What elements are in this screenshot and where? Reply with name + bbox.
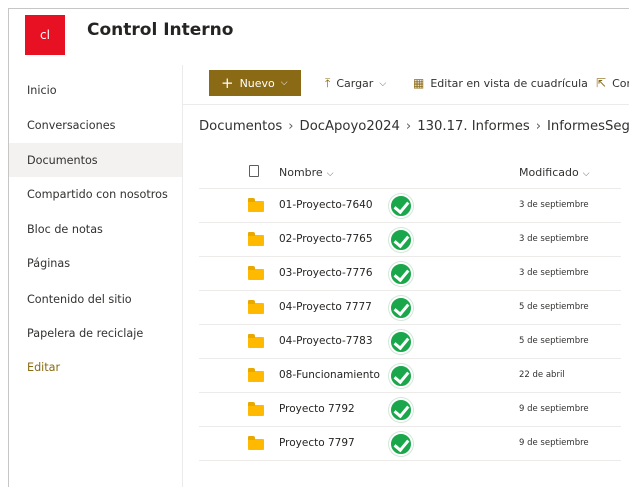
list-header: Nombre ⌵ Modificado ⌵ bbox=[199, 157, 621, 189]
document-list: Nombre ⌵ Modificado ⌵ 01-Proyecto-7640 3 d… bbox=[199, 157, 621, 461]
checkmark-icon bbox=[389, 330, 413, 354]
table-row[interactable]: 02-Proyecto-7765 3 de septiembre bbox=[199, 223, 621, 257]
folder-icon bbox=[248, 368, 264, 382]
folder-icon bbox=[248, 402, 264, 416]
chevron-down-icon: ⌵ bbox=[280, 78, 288, 88]
breadcrumb: Documentos › DocApoyo2024 › 130.17. Informes… bbox=[199, 119, 629, 134]
command-bar: + Nuevo ⌵ ⤒ Cargar ⌵ ▦ Editar en vista d… bbox=[183, 65, 629, 105]
chevron-down-icon: ⌵ bbox=[326, 169, 334, 179]
checkmark-icon bbox=[389, 432, 413, 456]
upload-button-label: Cargar bbox=[336, 77, 374, 90]
column-header-name[interactable]: Nombre ⌵ bbox=[279, 166, 334, 179]
modified-date: 3 de septiembre bbox=[519, 268, 589, 278]
nav-item-inicio[interactable]: Inicio bbox=[9, 73, 182, 107]
grid-view-button-label: Editar en vista de cuadrícula bbox=[430, 76, 588, 90]
file-type-icon[interactable] bbox=[249, 165, 259, 177]
folder-name[interactable]: 08-Funcionamiento bbox=[279, 369, 380, 381]
folder-icon bbox=[248, 232, 264, 246]
site-logo-text: cl bbox=[40, 28, 50, 42]
checkmark-icon bbox=[389, 194, 413, 218]
breadcrumb-item-docapoyo[interactable]: DocApoyo2024 bbox=[300, 119, 400, 134]
breadcrumb-item-documentos[interactable]: Documentos bbox=[199, 119, 282, 134]
modified-date: 3 de septiembre bbox=[519, 200, 589, 210]
breadcrumb-item-informes[interactable]: 130.17. Informes bbox=[417, 119, 530, 134]
folder-name[interactable]: Proyecto 7792 bbox=[279, 403, 355, 415]
nav-item-papelera[interactable]: Papelera de reciclaje bbox=[9, 316, 182, 350]
checkmark-icon bbox=[389, 296, 413, 320]
chevron-right-icon: › bbox=[288, 119, 294, 134]
upload-icon: ⤒ bbox=[325, 76, 331, 90]
modified-date: 22 de abril bbox=[519, 370, 565, 380]
left-navigation: Inicio Conversaciones Documentos Compart… bbox=[9, 65, 183, 487]
checkmark-icon bbox=[389, 398, 413, 422]
column-header-name-label: Nombre bbox=[279, 166, 323, 179]
column-header-modified[interactable]: Modificado ⌵ bbox=[519, 166, 590, 179]
table-row[interactable]: 01-Proyecto-7640 3 de septiembre bbox=[199, 189, 621, 223]
checkmark-icon bbox=[389, 228, 413, 252]
nav-item-paginas[interactable]: Páginas bbox=[9, 246, 182, 280]
chevron-right-icon: › bbox=[405, 119, 412, 134]
modified-date: 3 de septiembre bbox=[519, 234, 589, 244]
table-row[interactable]: 04-Proyecto 7777 5 de septiembre bbox=[199, 291, 621, 325]
plus-icon: + bbox=[221, 73, 234, 92]
chevron-right-icon: › bbox=[535, 119, 541, 134]
share-button[interactable]: ⇱ Com bbox=[596, 76, 629, 90]
folder-name[interactable]: Proyecto 7797 bbox=[279, 437, 355, 449]
modified-date: 5 de septiembre bbox=[519, 336, 589, 346]
folder-icon bbox=[248, 300, 264, 314]
folder-name[interactable]: 04-Proyecto 7777 bbox=[279, 301, 372, 313]
table-row[interactable]: Proyecto 7792 9 de septiembre bbox=[199, 393, 621, 427]
checkmark-icon bbox=[389, 262, 413, 286]
upload-button[interactable]: ⤒ Cargar ⌵ bbox=[325, 76, 386, 91]
nav-item-documentos[interactable]: Documentos bbox=[9, 143, 182, 177]
table-row[interactable]: Proyecto 7797 9 de septiembre bbox=[199, 427, 621, 461]
chevron-down-icon: ⌵ bbox=[582, 169, 590, 179]
grid-view-button[interactable]: ▦ Editar en vista de cuadrícula bbox=[413, 76, 588, 90]
folder-name[interactable]: 04-Proyecto-7783 bbox=[279, 335, 373, 347]
modified-date: 9 de septiembre bbox=[519, 438, 589, 448]
folder-icon bbox=[248, 436, 264, 450]
folder-name[interactable]: 02-Proyecto-7765 bbox=[279, 233, 373, 245]
nav-item-conversaciones[interactable]: Conversaciones bbox=[9, 108, 182, 142]
column-header-modified-label: Modificado bbox=[519, 166, 579, 179]
folder-name[interactable]: 01-Proyecto-7640 bbox=[279, 199, 373, 211]
table-row[interactable]: 08-Funcionamiento 22 de abril bbox=[199, 359, 621, 393]
share-button-label: Com bbox=[612, 76, 629, 90]
table-row[interactable]: 03-Proyecto-7776 3 de septiembre bbox=[199, 257, 621, 291]
folder-icon bbox=[248, 198, 264, 212]
chevron-down-icon: ⌵ bbox=[379, 78, 387, 89]
nav-item-contenido-del-sitio[interactable]: Contenido del sitio bbox=[9, 282, 182, 316]
share-icon: ⇱ bbox=[596, 76, 607, 90]
grid-icon: ▦ bbox=[413, 76, 425, 90]
nav-edit-link[interactable]: Editar bbox=[9, 350, 182, 384]
new-button[interactable]: + Nuevo ⌵ bbox=[209, 70, 301, 96]
table-row[interactable]: 04-Proyecto-7783 5 de septiembre bbox=[199, 325, 621, 359]
folder-icon bbox=[248, 334, 264, 348]
modified-date: 5 de septiembre bbox=[519, 302, 589, 312]
checkmark-icon bbox=[389, 364, 413, 388]
site-header: cl Control Interno bbox=[9, 9, 629, 63]
folder-name[interactable]: 03-Proyecto-7776 bbox=[279, 267, 373, 279]
nav-item-bloc-de-notas[interactable]: Bloc de notas bbox=[9, 212, 182, 246]
site-logo[interactable]: cl bbox=[25, 15, 65, 55]
modified-date: 9 de septiembre bbox=[519, 404, 589, 414]
breadcrumb-item-informesseg[interactable]: InformesSeg bbox=[547, 119, 629, 134]
nav-item-compartido[interactable]: Compartido con nosotros bbox=[9, 177, 182, 211]
folder-icon bbox=[248, 266, 264, 280]
new-button-label: Nuevo bbox=[239, 76, 275, 90]
site-title[interactable]: Control Interno bbox=[87, 20, 233, 40]
